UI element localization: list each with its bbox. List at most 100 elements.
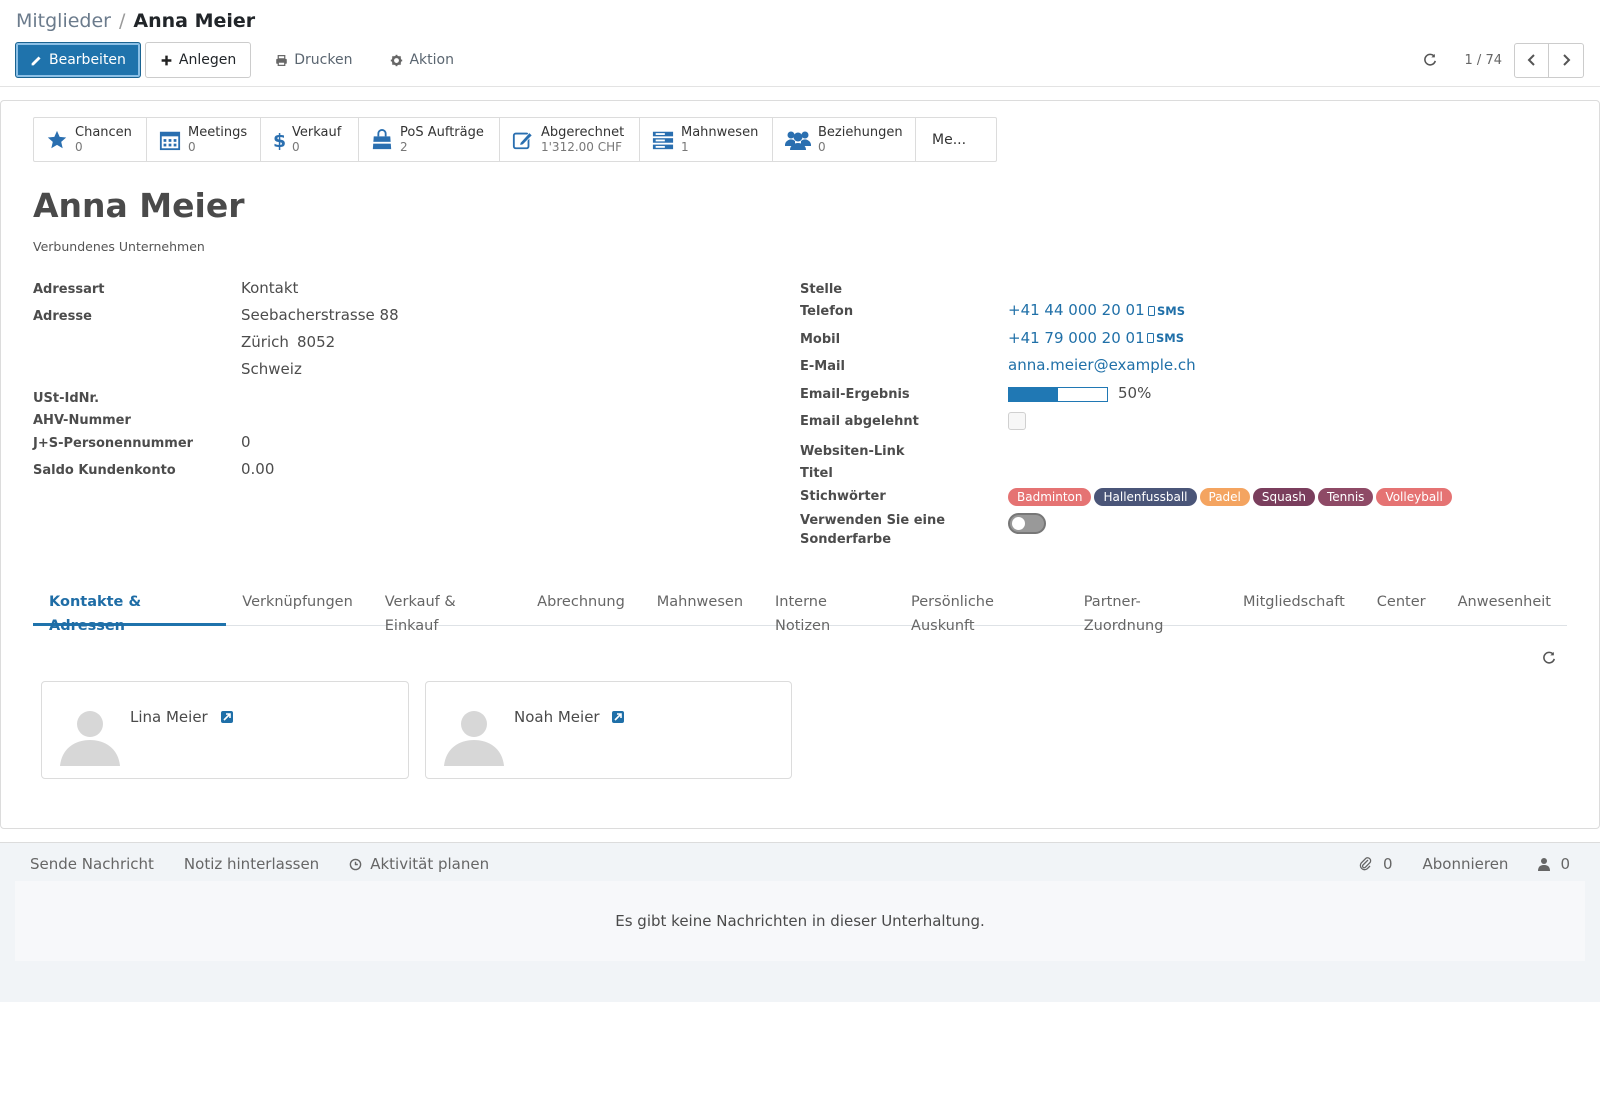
external-link-icon[interactable] xyxy=(220,710,234,724)
empty-thread-text: Es gibt keine Nachrichten in dieser Unte… xyxy=(615,912,985,930)
adressart-label: Adressart xyxy=(33,282,105,297)
phone-sms-button[interactable]: SMS xyxy=(1148,304,1185,318)
mobile-sms-button[interactable]: SMS xyxy=(1147,331,1184,345)
tag-badge[interactable]: Tennis xyxy=(1317,488,1374,506)
contact-name: Lina Meier xyxy=(130,708,208,726)
tag-badge[interactable]: Volleyball xyxy=(1376,488,1452,506)
smart-button-beziehungen[interactable]: Beziehungen 0 xyxy=(773,118,916,161)
tags-label: Stichwörter xyxy=(800,489,886,504)
breadcrumb-parent[interactable]: Mitglieder xyxy=(16,10,111,32)
printer-icon xyxy=(276,54,288,66)
tab-mahnwesen[interactable]: Mahnwesen xyxy=(641,590,759,626)
smart-button-value: 0 xyxy=(75,139,83,154)
email-declined-checkbox[interactable] xyxy=(1008,412,1026,430)
star-icon xyxy=(46,129,68,151)
edit-button[interactable]: Bearbeiten xyxy=(15,42,141,78)
smart-button-more[interactable]: Me... xyxy=(916,118,996,161)
email-link[interactable]: anna.meier@example.ch xyxy=(1008,356,1196,374)
smart-button-chancen[interactable]: Chancen 0 xyxy=(34,118,147,161)
js-number-label: J+S-Personennummer xyxy=(33,436,194,451)
progress-fill xyxy=(1009,388,1058,401)
js-number-value: 0 xyxy=(241,433,251,451)
action-button[interactable]: Aktion xyxy=(376,42,468,78)
user-icon xyxy=(1538,858,1551,871)
log-note-button[interactable]: Notiz hinterlassen xyxy=(184,855,319,873)
tab-verkauf-einkauf[interactable]: Verkauf & Einkauf xyxy=(369,590,521,634)
follow-button[interactable]: Abonnieren xyxy=(1423,855,1509,873)
phone-link[interactable]: +41 44 000 20 01 xyxy=(1008,301,1145,319)
avatar-placeholder-icon xyxy=(444,711,504,766)
telefon-label: Telefon xyxy=(800,304,854,319)
tag-badge[interactable]: Padel xyxy=(1199,488,1250,506)
attachments-button[interactable]: 0 xyxy=(1359,855,1393,873)
dollar-icon: $ xyxy=(273,129,285,151)
chatter-actions: Sende Nachricht Notiz hinterlassen Aktiv… xyxy=(30,855,489,873)
tab-center[interactable]: Center xyxy=(1361,590,1442,626)
smart-button-mahnwesen[interactable]: Mahnwesen 1 xyxy=(640,118,773,161)
send-message-button[interactable]: Sende Nachricht xyxy=(30,855,154,873)
avatar-placeholder-icon xyxy=(60,711,120,766)
smart-button-value: 1 xyxy=(681,139,689,154)
smart-button-abgerechnet[interactable]: Abgerechnet 1'312.00 CHF xyxy=(500,118,640,161)
refresh-icon[interactable] xyxy=(1423,53,1437,67)
tab-mitgliedschaft[interactable]: Mitgliedschaft xyxy=(1227,590,1361,626)
tab-interne-notizen[interactable]: Interne Notizen xyxy=(759,590,895,634)
edit-button-label: Bearbeiten xyxy=(49,52,126,68)
schedule-activity-label: Aktivität planen xyxy=(370,855,490,873)
smart-button-label: Beziehungen xyxy=(818,124,903,140)
tab-persoenliche-auskunft[interactable]: Persönliche Auskunft xyxy=(895,590,1068,634)
special-color-label-line2: Sonderfarbe xyxy=(800,532,892,547)
contact-card[interactable]: Noah Meier xyxy=(425,681,792,779)
smart-button-meetings[interactable]: Meetings 0 xyxy=(147,118,261,161)
calendar-icon xyxy=(159,129,181,151)
print-button[interactable]: Drucken xyxy=(261,42,366,78)
chevron-left-icon xyxy=(1527,54,1535,66)
mobile-icon xyxy=(1147,333,1154,343)
record-title[interactable]: Anna Meier xyxy=(33,186,244,225)
schedule-activity-button[interactable]: Aktivität planen xyxy=(349,855,489,873)
pager-next-button[interactable] xyxy=(1549,42,1584,78)
smart-button-value: 1'312.00 CHF xyxy=(541,139,623,154)
users-icon xyxy=(785,129,811,151)
titel-label: Titel xyxy=(800,466,833,481)
email-declined-label: Email abgelehnt xyxy=(800,414,919,429)
smart-button-label: Chancen xyxy=(75,124,132,140)
tag-badge[interactable]: Squash xyxy=(1252,488,1315,506)
tag-badge[interactable]: Hallenfussball xyxy=(1094,488,1197,506)
stelle-label: Stelle xyxy=(800,282,843,297)
pager-previous-button[interactable] xyxy=(1514,42,1549,78)
special-color-toggle[interactable] xyxy=(1008,513,1046,534)
pager: 1 / 74 xyxy=(1423,42,1584,78)
external-link-icon[interactable] xyxy=(611,710,625,724)
pager-value[interactable]: 1 / 74 xyxy=(1465,53,1502,68)
control-panel-divider xyxy=(0,86,1600,87)
shopping-bag-icon xyxy=(371,128,393,151)
tag-badge[interactable]: Badminton xyxy=(1008,488,1092,506)
tab-kontakte-adressen[interactable]: Kontakte & Adressen xyxy=(33,590,227,634)
tab-verknuepfungen[interactable]: Verknüpfungen xyxy=(226,590,368,626)
tab-partner-zuordnung[interactable]: Partner-Zuordnung xyxy=(1068,590,1227,634)
address-country: Schweiz xyxy=(241,360,302,378)
followers-button[interactable]: 0 xyxy=(1538,855,1570,873)
tab-abrechnung[interactable]: Abrechnung xyxy=(521,590,641,626)
contact-card[interactable]: Lina Meier xyxy=(41,681,409,779)
smart-button-label: Abgerechnet xyxy=(541,124,625,140)
create-button[interactable]: Anlegen xyxy=(144,42,252,78)
more-button-label: Me... xyxy=(932,131,967,148)
smart-button-value: 0 xyxy=(818,139,826,154)
email-result-progressbar xyxy=(1008,387,1108,402)
breadcrumb-separator: / xyxy=(119,10,126,32)
tab-anwesenheit[interactable]: Anwesenheit xyxy=(1442,590,1567,626)
sms-label: SMS xyxy=(1157,304,1186,318)
mobile-icon xyxy=(1148,306,1155,316)
email-result-value: 50% xyxy=(1118,384,1152,402)
smart-button-pos-orders[interactable]: PoS Aufträge 2 xyxy=(359,118,500,161)
address-zip: 8052 xyxy=(297,333,336,351)
breadcrumb: Mitglieder / Anna Meier xyxy=(16,10,255,32)
svg-text:$: $ xyxy=(273,130,285,151)
refresh-icon[interactable] xyxy=(1542,651,1556,665)
paperclip-icon xyxy=(1359,857,1372,871)
smart-button-verkauf[interactable]: $ Verkauf 0 xyxy=(261,118,359,161)
control-panel: Mitglieder / Anna Meier Bearbeiten Anleg… xyxy=(0,0,1600,100)
mobile-link[interactable]: +41 79 000 20 01 xyxy=(1008,329,1145,347)
